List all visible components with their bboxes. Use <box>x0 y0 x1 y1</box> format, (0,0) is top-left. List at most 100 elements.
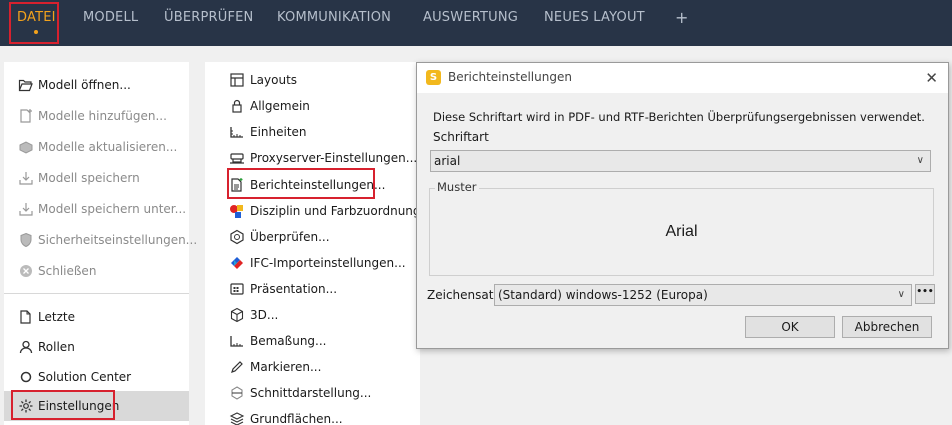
highlight-box-datei <box>9 2 59 44</box>
layers-icon <box>229 411 245 425</box>
settings-item-label: Einheiten <box>250 125 307 139</box>
plus-icon: + <box>675 8 689 27</box>
sidebar-item-modelle-hinzufuegen[interactable]: Modelle hinzufügen... <box>18 104 167 128</box>
tab-kommunikation[interactable]: KOMMUNIKATION <box>277 0 391 46</box>
section-icon <box>229 385 245 401</box>
font-select[interactable]: arial ∨ <box>430 150 931 172</box>
settings-item-markieren[interactable]: Markieren... <box>229 355 321 379</box>
sidebar-item-label: Solution Center <box>38 370 132 384</box>
layout-grid-icon <box>229 72 245 88</box>
settings-item-label: 3D... <box>250 308 279 322</box>
tab-auswertung[interactable]: AUSWERTUNG <box>423 0 518 46</box>
settings-item-bemassung[interactable]: Bemaßung... <box>229 329 327 353</box>
report-settings-dialog: S Berichteinstellungen ✕ Diese Schriftar… <box>416 62 949 349</box>
settings-list: Layouts Allgemein Einheiten Proxyserver-… <box>205 62 432 425</box>
sample-group-label: Muster <box>435 180 479 194</box>
chevron-down-icon: ∨ <box>897 289 905 300</box>
pencil-icon <box>229 359 245 375</box>
settings-item-layouts[interactable]: Layouts <box>229 68 297 92</box>
sidebar-item-rollen[interactable]: Rollen <box>18 335 75 359</box>
settings-item-schnittdarstellung[interactable]: Schnittdarstellung... <box>229 381 371 405</box>
settings-item-label: Grundflächen... <box>250 412 343 425</box>
sidebar-item-modell-speichern-unter[interactable]: Modell speichern unter... <box>18 197 186 221</box>
color-shapes-icon <box>229 203 245 219</box>
check-shield-icon <box>229 229 245 245</box>
sidebar-item-solution-center[interactable]: Solution Center <box>18 365 131 389</box>
sidebar-item-letzte[interactable]: Letzte <box>18 305 75 329</box>
cancel-button[interactable]: Abbrechen <box>842 316 932 338</box>
charset-more-button[interactable]: ••• <box>915 284 935 304</box>
tab-label: AUSWERTUNG <box>423 10 519 25</box>
sidebar-item-label: Schließen <box>38 264 97 278</box>
settings-item-praesentation[interactable]: Präsentation... <box>229 277 337 301</box>
save-download-icon <box>18 170 34 186</box>
settings-item-3d[interactable]: 3D... <box>229 303 278 327</box>
sidebar-item-modell-oeffnen[interactable]: Modell öffnen... <box>18 73 131 97</box>
shield-icon <box>18 232 34 248</box>
dialog-titlebar: S Berichteinstellungen ✕ <box>417 63 948 93</box>
settings-item-label: Layouts <box>250 73 298 87</box>
charset-select-value: (Standard) windows-1252 (Europa) <box>498 288 708 302</box>
presentation-icon <box>229 281 245 297</box>
sidebar-item-label: Modell öffnen... <box>38 78 131 92</box>
settings-item-allgemein[interactable]: Allgemein <box>229 94 310 118</box>
sidebar-item-label: Modell speichern <box>38 171 140 185</box>
top-navigation-bar: DATEI MODELL ÜBERPRÜFEN KOMMUNIKATION AU… <box>0 0 952 46</box>
sidebar-item-modelle-aktualisieren[interactable]: Modelle aktualisieren... <box>18 135 177 159</box>
settings-item-label: Präsentation... <box>250 282 338 296</box>
sidebar-item-modell-speichern[interactable]: Modell speichern <box>18 166 140 190</box>
dialog-description: Diese Schriftart wird in PDF- und RTF-Be… <box>433 110 925 124</box>
refresh-models-icon <box>18 139 34 155</box>
settings-item-ueberpruefen[interactable]: Überprüfen... <box>229 225 330 249</box>
tab-ueberpruefen[interactable]: ÜBERPRÜFEN <box>164 0 253 46</box>
sidebar-item-label: Modelle hinzufügen... <box>38 109 167 123</box>
app-logo-icon: S <box>426 70 441 85</box>
tab-neues-layout[interactable]: NEUES LAYOUT <box>544 0 645 46</box>
settings-item-label: Bemaßung... <box>250 334 327 348</box>
tab-modell[interactable]: MODELL <box>83 0 138 46</box>
chevron-down-icon: ∨ <box>916 155 924 166</box>
settings-item-proxyserver[interactable]: Proxyserver-Einstellungen... <box>229 146 417 170</box>
sidebar-divider <box>4 293 189 294</box>
dimension-icon <box>229 333 245 349</box>
sample-group: Arial <box>429 188 934 276</box>
ok-button[interactable]: OK <box>745 316 835 338</box>
folder-open-icon <box>18 77 34 93</box>
recent-file-icon <box>18 309 34 325</box>
sidebar-item-sicherheitseinstellungen[interactable]: Sicherheitseinstellungen... <box>18 228 197 252</box>
file-menu-sidebar: Modell öffnen... Modelle hinzufügen... M… <box>4 62 197 425</box>
highlight-box-berichteinstellungen <box>227 168 375 199</box>
save-as-icon <box>18 201 34 217</box>
settings-item-label: Schnittdarstellung... <box>250 386 372 400</box>
settings-item-label: Proxyserver-Einstellungen... <box>250 151 418 165</box>
cube-icon <box>229 307 245 323</box>
settings-item-einheiten[interactable]: Einheiten <box>229 120 307 144</box>
tab-label: MODELL <box>83 10 139 25</box>
font-label: Schriftart <box>433 130 489 144</box>
add-tab-button[interactable]: + <box>675 0 689 46</box>
sidebar-item-label: Modelle aktualisieren... <box>38 140 178 154</box>
sidebar-item-label: Sicherheitseinstellungen... <box>38 233 198 247</box>
settings-item-ifc-import[interactable]: IFC-Importeinstellungen... <box>229 251 406 275</box>
charset-label: Zeichensatz <box>427 288 500 302</box>
font-sample-preview: Arial <box>665 223 698 240</box>
dialog-title: Berichteinstellungen <box>448 70 572 84</box>
close-circle-icon <box>18 263 34 279</box>
add-file-icon <box>18 108 34 124</box>
charset-select[interactable]: (Standard) windows-1252 (Europa) ∨ <box>494 284 912 306</box>
highlight-box-einstellungen <box>11 390 115 420</box>
settings-item-disziplin-farbzuordnung[interactable]: Disziplin und Farbzuordnung... <box>229 199 432 223</box>
server-icon <box>229 150 245 166</box>
sidebar-item-label: Modell speichern unter... <box>38 202 187 216</box>
settings-item-label: Disziplin und Farbzuordnung... <box>250 204 432 218</box>
settings-item-grundflaechen[interactable]: Grundflächen... <box>229 407 343 425</box>
sidebar-item-label: Letzte <box>38 310 75 324</box>
tab-label: NEUES LAYOUT <box>544 10 645 25</box>
settings-item-label: Überprüfen... <box>250 230 330 244</box>
close-icon[interactable]: ✕ <box>925 69 938 87</box>
settings-item-label: Markieren... <box>250 360 322 374</box>
settings-item-label: IFC-Importeinstellungen... <box>250 256 406 270</box>
sidebar-item-schliessen[interactable]: Schließen <box>18 259 96 283</box>
lock-icon <box>229 98 245 114</box>
sidebar-item-label: Rollen <box>38 340 75 354</box>
